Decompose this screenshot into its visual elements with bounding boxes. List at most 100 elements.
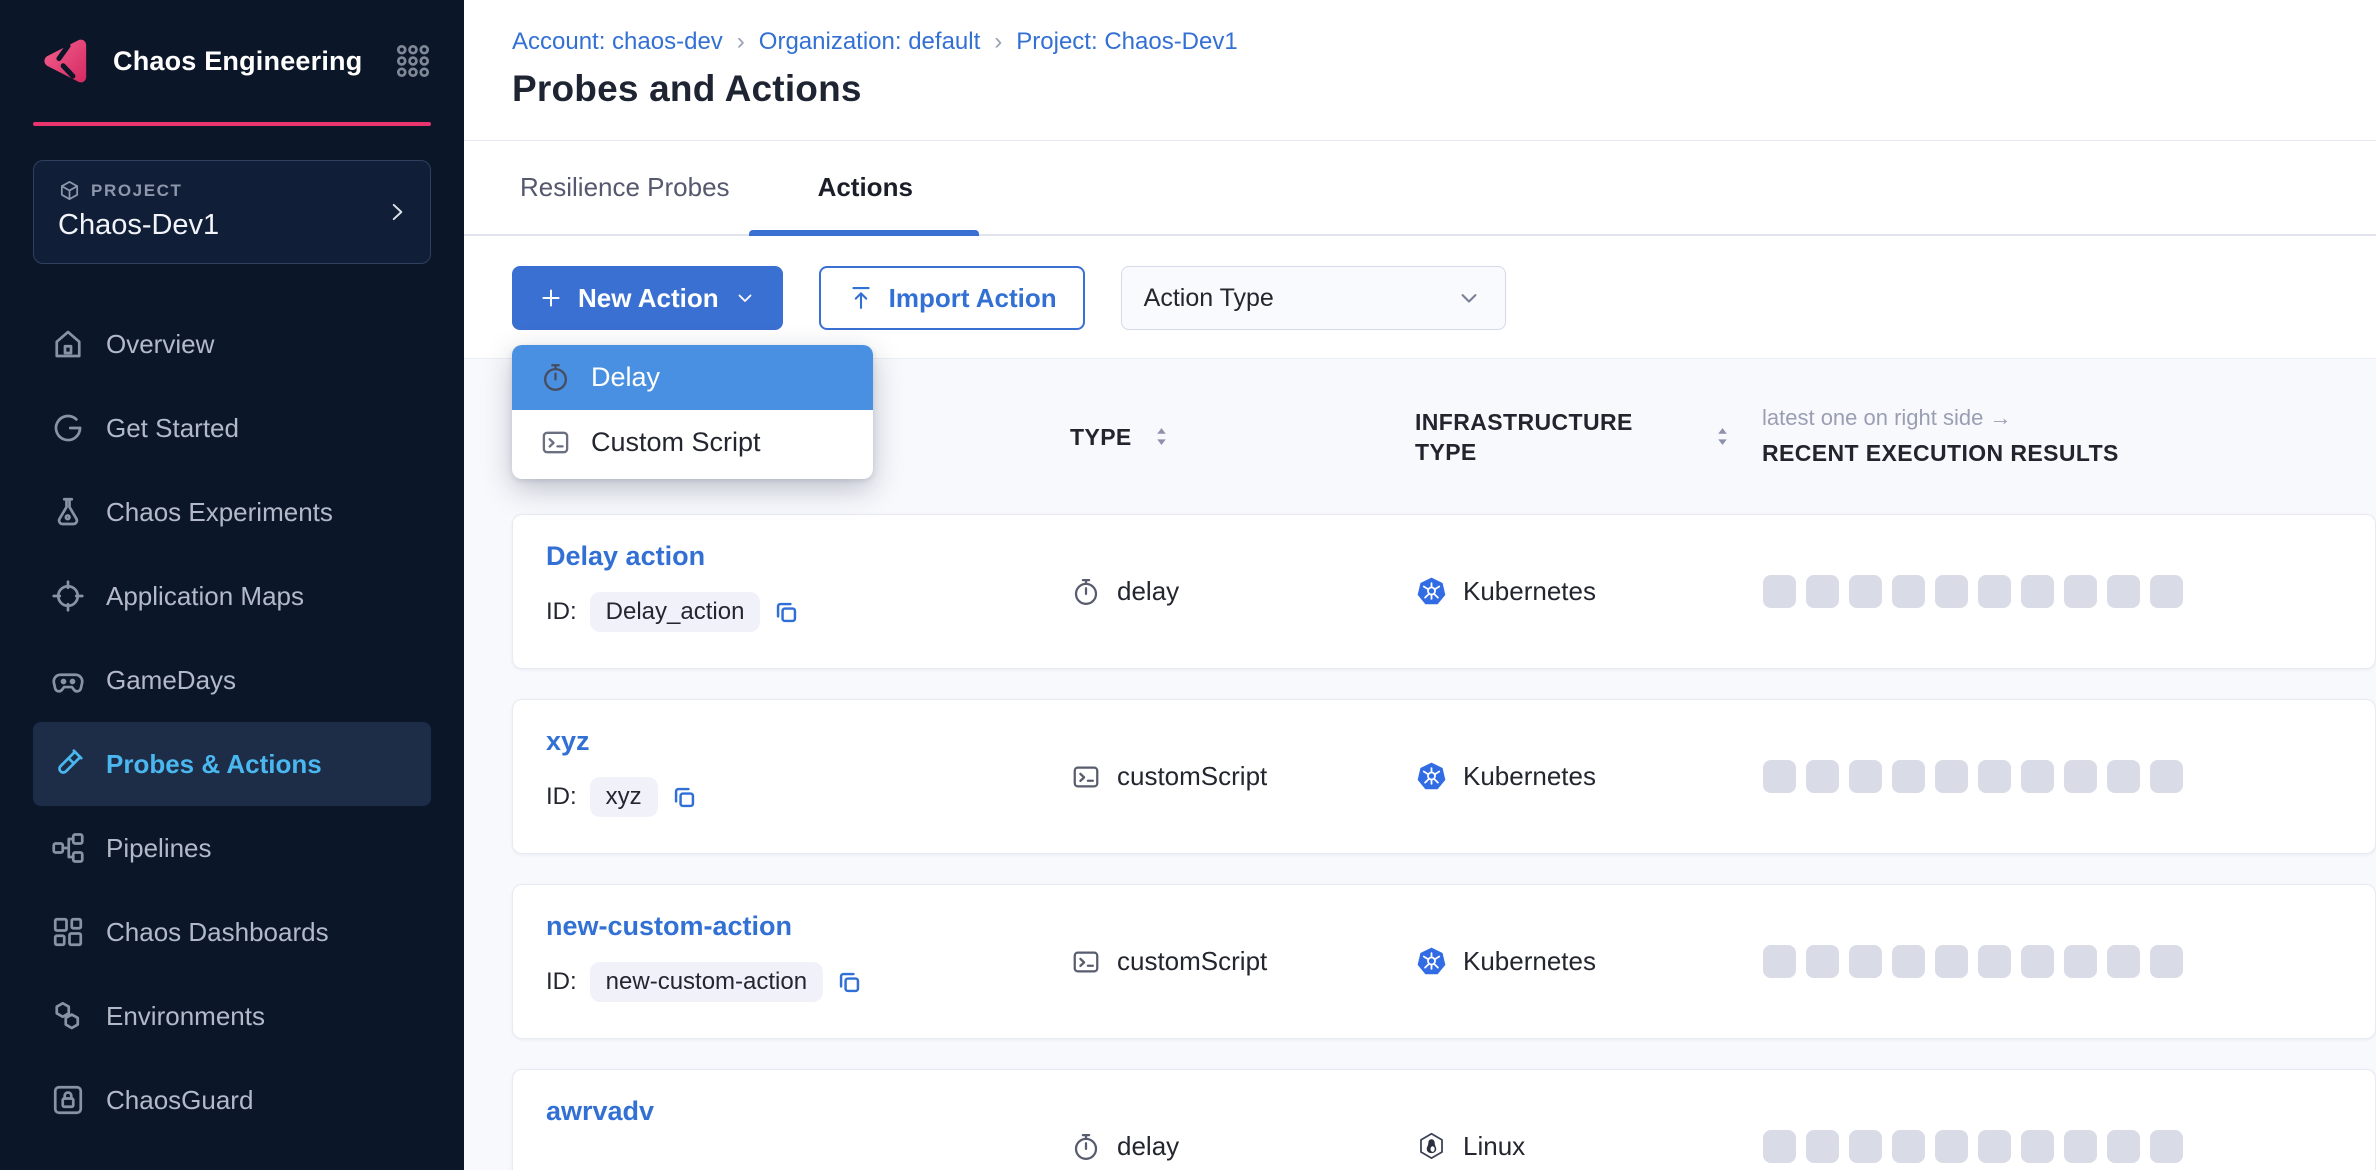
sidebar-item-label: Probes & Actions <box>106 749 322 780</box>
infrastructure-value: Linux <box>1463 1131 1525 1162</box>
app-switcher-grid-icon[interactable] <box>395 43 431 79</box>
sidebar-item-label: GameDays <box>106 665 236 696</box>
sidebar-item-label: Chaos Dashboards <box>106 917 329 948</box>
execution-result-placeholder <box>1806 1130 1839 1163</box>
app-header: Chaos Engineering <box>0 0 464 122</box>
breadcrumb-link[interactable]: Project: Chaos-Dev1 <box>1016 28 1237 56</box>
action-name-link[interactable]: xyz <box>546 726 590 757</box>
tab-resilience-probes[interactable]: Resilience Probes <box>520 172 730 203</box>
sort-icon[interactable] <box>1148 423 1175 450</box>
project-name: Chaos-Dev1 <box>58 209 406 242</box>
table-body: Delay actionID:Delay_actiondelayKubernet… <box>512 514 2376 1170</box>
sidebar-item-label: Get Started <box>106 413 239 444</box>
recent-execution-results <box>1763 575 2375 608</box>
sidebar-item-chaosguard[interactable]: ChaosGuard <box>33 1058 431 1142</box>
copy-icon[interactable] <box>773 599 800 626</box>
sidebar-item-application-maps[interactable]: Application Maps <box>33 554 431 638</box>
execution-result-placeholder <box>1978 1130 2011 1163</box>
execution-result-placeholder <box>2021 945 2054 978</box>
import-action-button[interactable]: Import Action <box>819 266 1085 330</box>
action-name-link[interactable]: Delay action <box>546 541 705 572</box>
execution-result-placeholder <box>1935 945 1968 978</box>
execution-result-placeholder <box>1892 1130 1925 1163</box>
column-header-recent-execution-results: latest one on right side → RECENT EXECUT… <box>1762 405 2376 468</box>
breadcrumb-link[interactable]: Account: chaos-dev <box>512 28 723 56</box>
brand-divider <box>33 122 431 126</box>
type-value: delay <box>1117 1131 1179 1162</box>
id-value-pill: new-custom-action <box>590 962 823 1002</box>
execution-result-placeholder <box>2150 1130 2183 1163</box>
tab-actions[interactable]: Actions <box>818 172 913 203</box>
action-name-link[interactable]: awrvadv <box>546 1096 654 1127</box>
execution-result-placeholder <box>1763 760 1796 793</box>
breadcrumb-link[interactable]: Organization: default <box>759 28 980 56</box>
table-row[interactable]: xyz ID: xyz customScript Kubernetes <box>512 699 2376 854</box>
type-cell: delay <box>1071 576 1416 607</box>
flask-icon <box>50 494 86 530</box>
sidebar-item-overview[interactable]: Overview <box>33 302 431 386</box>
sidebar-item-chaos-dashboards[interactable]: Chaos Dashboards <box>33 890 431 974</box>
name-cell: awrvadvID: <box>546 1070 1071 1170</box>
execution-result-placeholder <box>2107 945 2140 978</box>
dropdown-item-delay[interactable]: Delay <box>512 345 873 410</box>
id-row: ID: xyz <box>546 777 1071 817</box>
copy-icon[interactable] <box>836 969 863 996</box>
execution-result-placeholder <box>1763 575 1796 608</box>
infrastructure-value: Kubernetes <box>1463 761 1596 792</box>
kubernetes-icon <box>1416 946 1447 977</box>
tab-bar: Resilience Probes Actions <box>464 141 2376 236</box>
action-name-link[interactable]: new-custom-action <box>546 911 792 942</box>
infrastructure-cell: Linux <box>1416 1131 1763 1162</box>
execution-result-placeholder <box>2150 760 2183 793</box>
execution-result-placeholder <box>2107 575 2140 608</box>
infrastructure-value: Kubernetes <box>1463 576 1596 607</box>
stopwatch-icon <box>1071 1132 1101 1162</box>
target-icon <box>50 578 86 614</box>
copy-icon[interactable] <box>671 784 698 811</box>
id-label: ID: <box>546 968 577 996</box>
sort-icon[interactable] <box>1709 423 1736 450</box>
sidebar-item-pipelines[interactable]: Pipelines <box>33 806 431 890</box>
project-label: PROJECT <box>91 181 183 201</box>
sidebar-nav: Overview Get Started Chaos ExperimentsAppl… <box>0 302 464 1142</box>
box-icon <box>58 179 81 202</box>
sidebar-item-probes-actions[interactable]: Probes & Actions <box>33 722 431 806</box>
action-type-filter[interactable]: Action Type <box>1121 266 1506 330</box>
sidebar-item-chaos-experiments[interactable]: Chaos Experiments <box>33 470 431 554</box>
id-value-pill: xyz <box>590 777 658 817</box>
pipelines-icon <box>50 830 86 866</box>
execution-result-placeholder <box>1849 760 1882 793</box>
recent-execution-results <box>1763 1130 2375 1163</box>
results-note: latest one on right side → <box>1762 405 2011 431</box>
name-cell: Delay action ID: Delay_action <box>546 515 1071 668</box>
id-label: ID: <box>546 783 577 811</box>
dropdown-item-custom-script[interactable]: Custom Script <box>512 410 873 475</box>
sidebar-item-environments[interactable]: Environments <box>33 974 431 1058</box>
name-cell: new-custom-action ID: new-custom-action <box>546 885 1071 1038</box>
execution-result-placeholder <box>1806 760 1839 793</box>
project-selector[interactable]: PROJECT Chaos-Dev1 <box>33 160 431 264</box>
id-value-pill: Delay_action <box>590 592 761 632</box>
table-row[interactable]: awrvadvID: delay Linux <box>512 1069 2376 1170</box>
table-row[interactable]: Delay action ID: Delay_action delay Kubernet… <box>512 514 2376 669</box>
execution-result-placeholder <box>1935 1130 1968 1163</box>
execution-result-placeholder <box>2150 575 2183 608</box>
sidebar-item-gamedays[interactable]: GameDays <box>33 638 431 722</box>
execution-result-placeholder <box>1978 760 2011 793</box>
sidebar-item-label: ChaosGuard <box>106 1085 253 1116</box>
table-row[interactable]: new-custom-actionID:new-custom-actioncus… <box>512 884 2376 1039</box>
infrastructure-cell: Kubernetes <box>1416 576 1763 607</box>
type-value: customScript <box>1117 761 1267 792</box>
kubernetes-icon <box>1416 576 1447 607</box>
chevron-right-icon <box>384 199 410 225</box>
sidebar: Chaos Engineering PROJECT Chaos-Dev1 Ove… <box>0 0 464 1170</box>
sidebar-item-get-started[interactable]: Get Started <box>33 386 431 470</box>
sidebar-item-label: Pipelines <box>106 833 212 864</box>
id-label: ID: <box>546 598 577 626</box>
new-action-button[interactable]: New Action <box>512 266 783 330</box>
type-cell: delay <box>1071 1131 1416 1162</box>
type-cell: customScript <box>1071 761 1416 792</box>
sidebar-item-label: Overview <box>106 329 214 360</box>
linux-icon <box>1416 1131 1447 1162</box>
execution-result-placeholder <box>1763 1130 1796 1163</box>
